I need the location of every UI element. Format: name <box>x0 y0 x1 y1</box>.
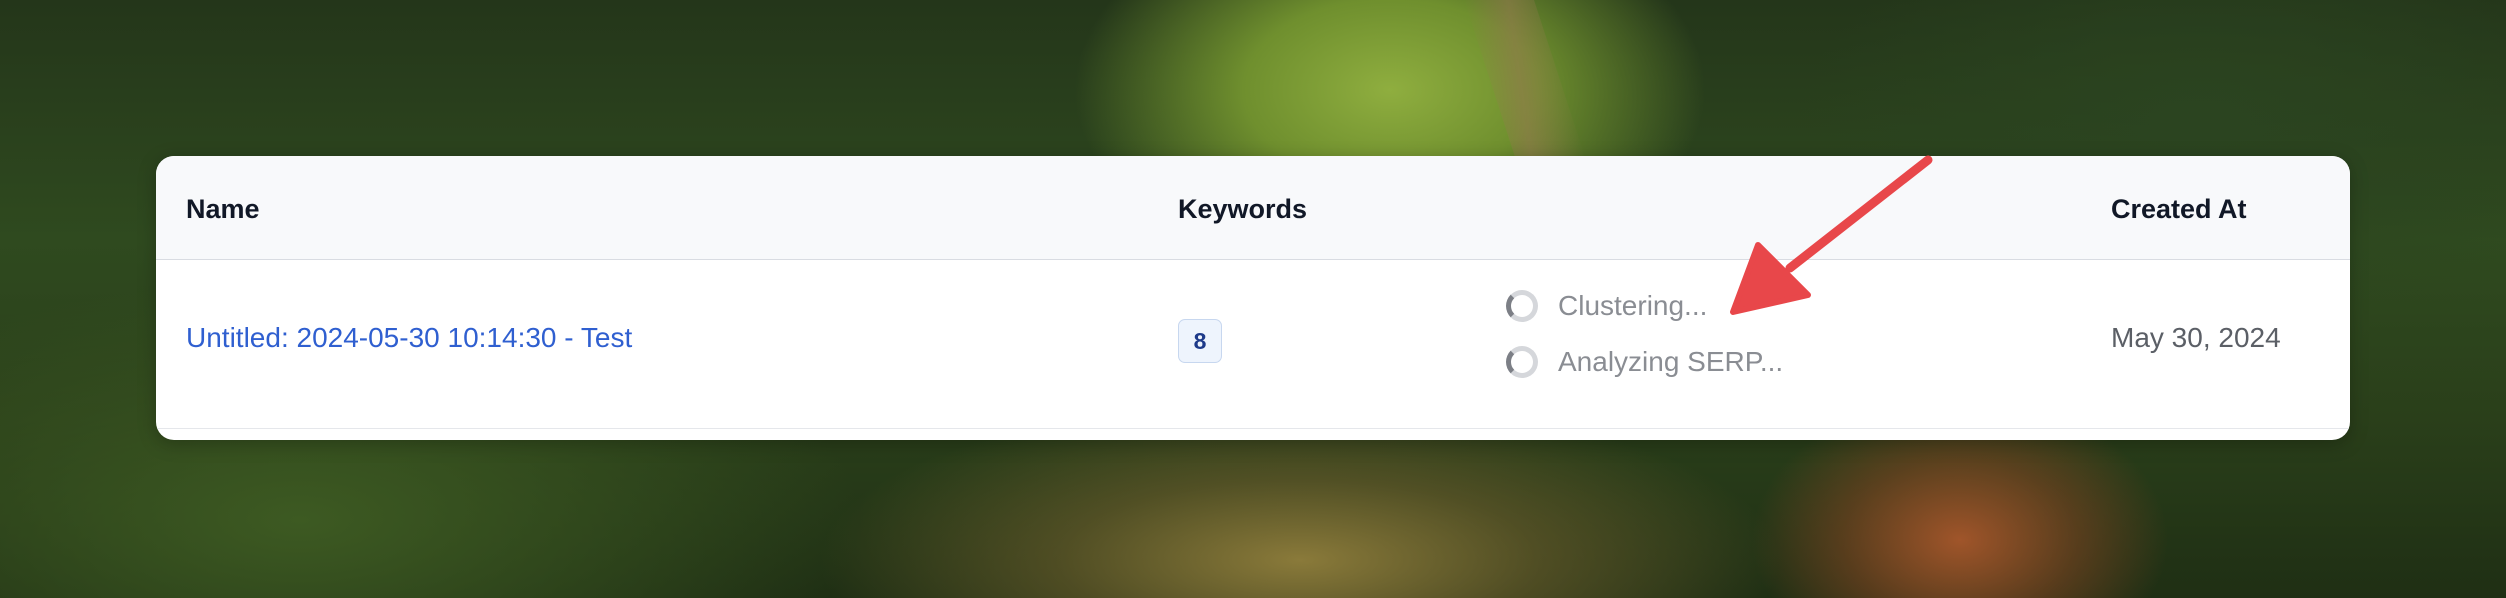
project-name-link[interactable]: Untitled: 2024-05-30 10:14:30 - Test <box>186 322 632 354</box>
status-label: Clustering... <box>1558 290 1708 321</box>
spinner-icon <box>1506 290 1538 322</box>
header-name[interactable]: Name <box>186 194 260 225</box>
status-clustering: Clustering... <box>1506 290 1707 322</box>
spinner-icon <box>1506 346 1538 378</box>
table-header: Name Keywords Created At <box>156 156 2350 260</box>
header-keywords[interactable]: Keywords <box>1178 194 1307 225</box>
projects-table-card: Name Keywords Created At Untitled: 2024-… <box>156 156 2350 440</box>
header-created-at[interactable]: Created At <box>2111 194 2247 225</box>
status-analyzing-serp: Analyzing SERP... <box>1506 346 1783 378</box>
status-label: Analyzing SERP... <box>1558 346 1784 377</box>
keywords-count-badge[interactable]: 8 <box>1178 319 1222 363</box>
background-road <box>1464 0 1586 160</box>
table-row[interactable]: Untitled: 2024-05-30 10:14:30 - Test 8 C… <box>156 260 2350 429</box>
created-at-date: May 30, 2024 <box>2111 322 2281 353</box>
